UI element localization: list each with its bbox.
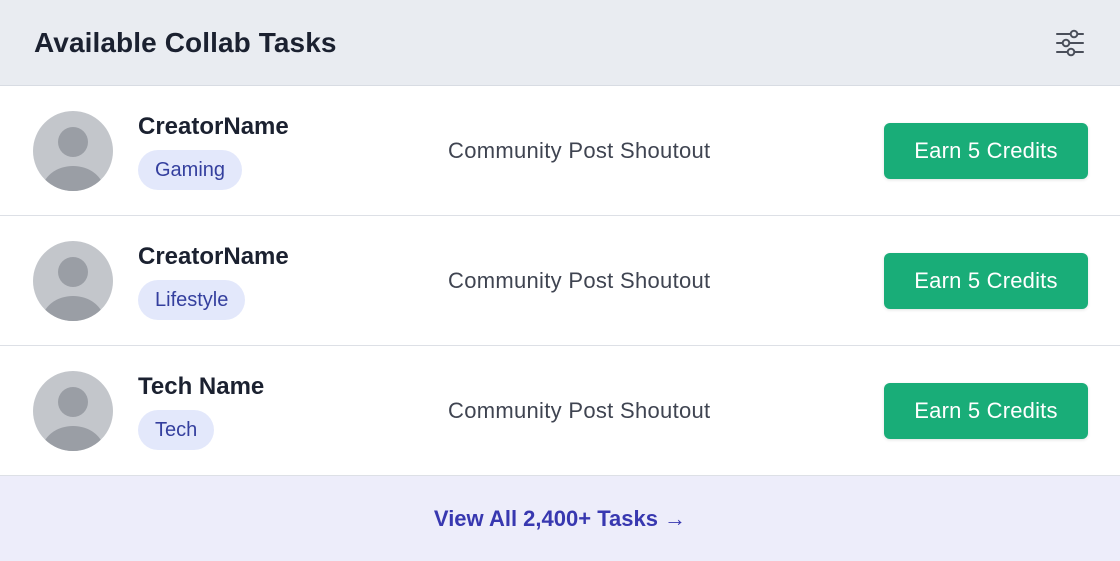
- creator-name: CreatorName: [138, 242, 289, 270]
- task-description: Community Post Shoutout: [448, 397, 711, 423]
- user-placeholder-icon: [42, 386, 104, 451]
- collab-tasks-panel: Available Collab Tasks CreatorName Gamin…: [0, 0, 1120, 561]
- earn-credits-button[interactable]: Earn 5 Credits: [884, 252, 1088, 309]
- panel-footer: View All 2,400+ Tasks →: [0, 476, 1120, 561]
- view-all-tasks-link[interactable]: View All 2,400+ Tasks →: [434, 506, 686, 532]
- category-tag: Tech: [138, 409, 215, 450]
- filter-button[interactable]: [1054, 27, 1086, 59]
- user-placeholder-icon: [42, 256, 104, 321]
- creator-name: CreatorName: [138, 112, 289, 140]
- panel-title: Available Collab Tasks: [34, 26, 337, 58]
- avatar[interactable]: [33, 240, 113, 321]
- creator-name: Tech Name: [138, 372, 265, 400]
- earn-credits-button[interactable]: Earn 5 Credits: [884, 382, 1088, 439]
- creator-info: CreatorName Gaming: [138, 112, 448, 190]
- avatar[interactable]: [33, 370, 113, 451]
- creator-info: CreatorName Lifestyle: [138, 242, 448, 320]
- task-row: Tech Name Tech Community Post Shoutout E…: [0, 346, 1120, 476]
- task-row: CreatorName Gaming Community Post Shouto…: [0, 86, 1120, 216]
- panel-header: Available Collab Tasks: [0, 0, 1120, 86]
- user-placeholder-icon: [42, 126, 104, 191]
- category-tag: Lifestyle: [138, 279, 246, 320]
- task-row: CreatorName Lifestyle Community Post Sho…: [0, 216, 1120, 346]
- sliders-icon: [1056, 29, 1084, 56]
- task-description: Community Post Shoutout: [448, 137, 711, 163]
- creator-info: Tech Name Tech: [138, 372, 448, 450]
- task-description: Community Post Shoutout: [448, 267, 711, 293]
- category-tag: Gaming: [138, 149, 243, 190]
- avatar[interactable]: [33, 110, 113, 191]
- earn-credits-button[interactable]: Earn 5 Credits: [884, 122, 1088, 179]
